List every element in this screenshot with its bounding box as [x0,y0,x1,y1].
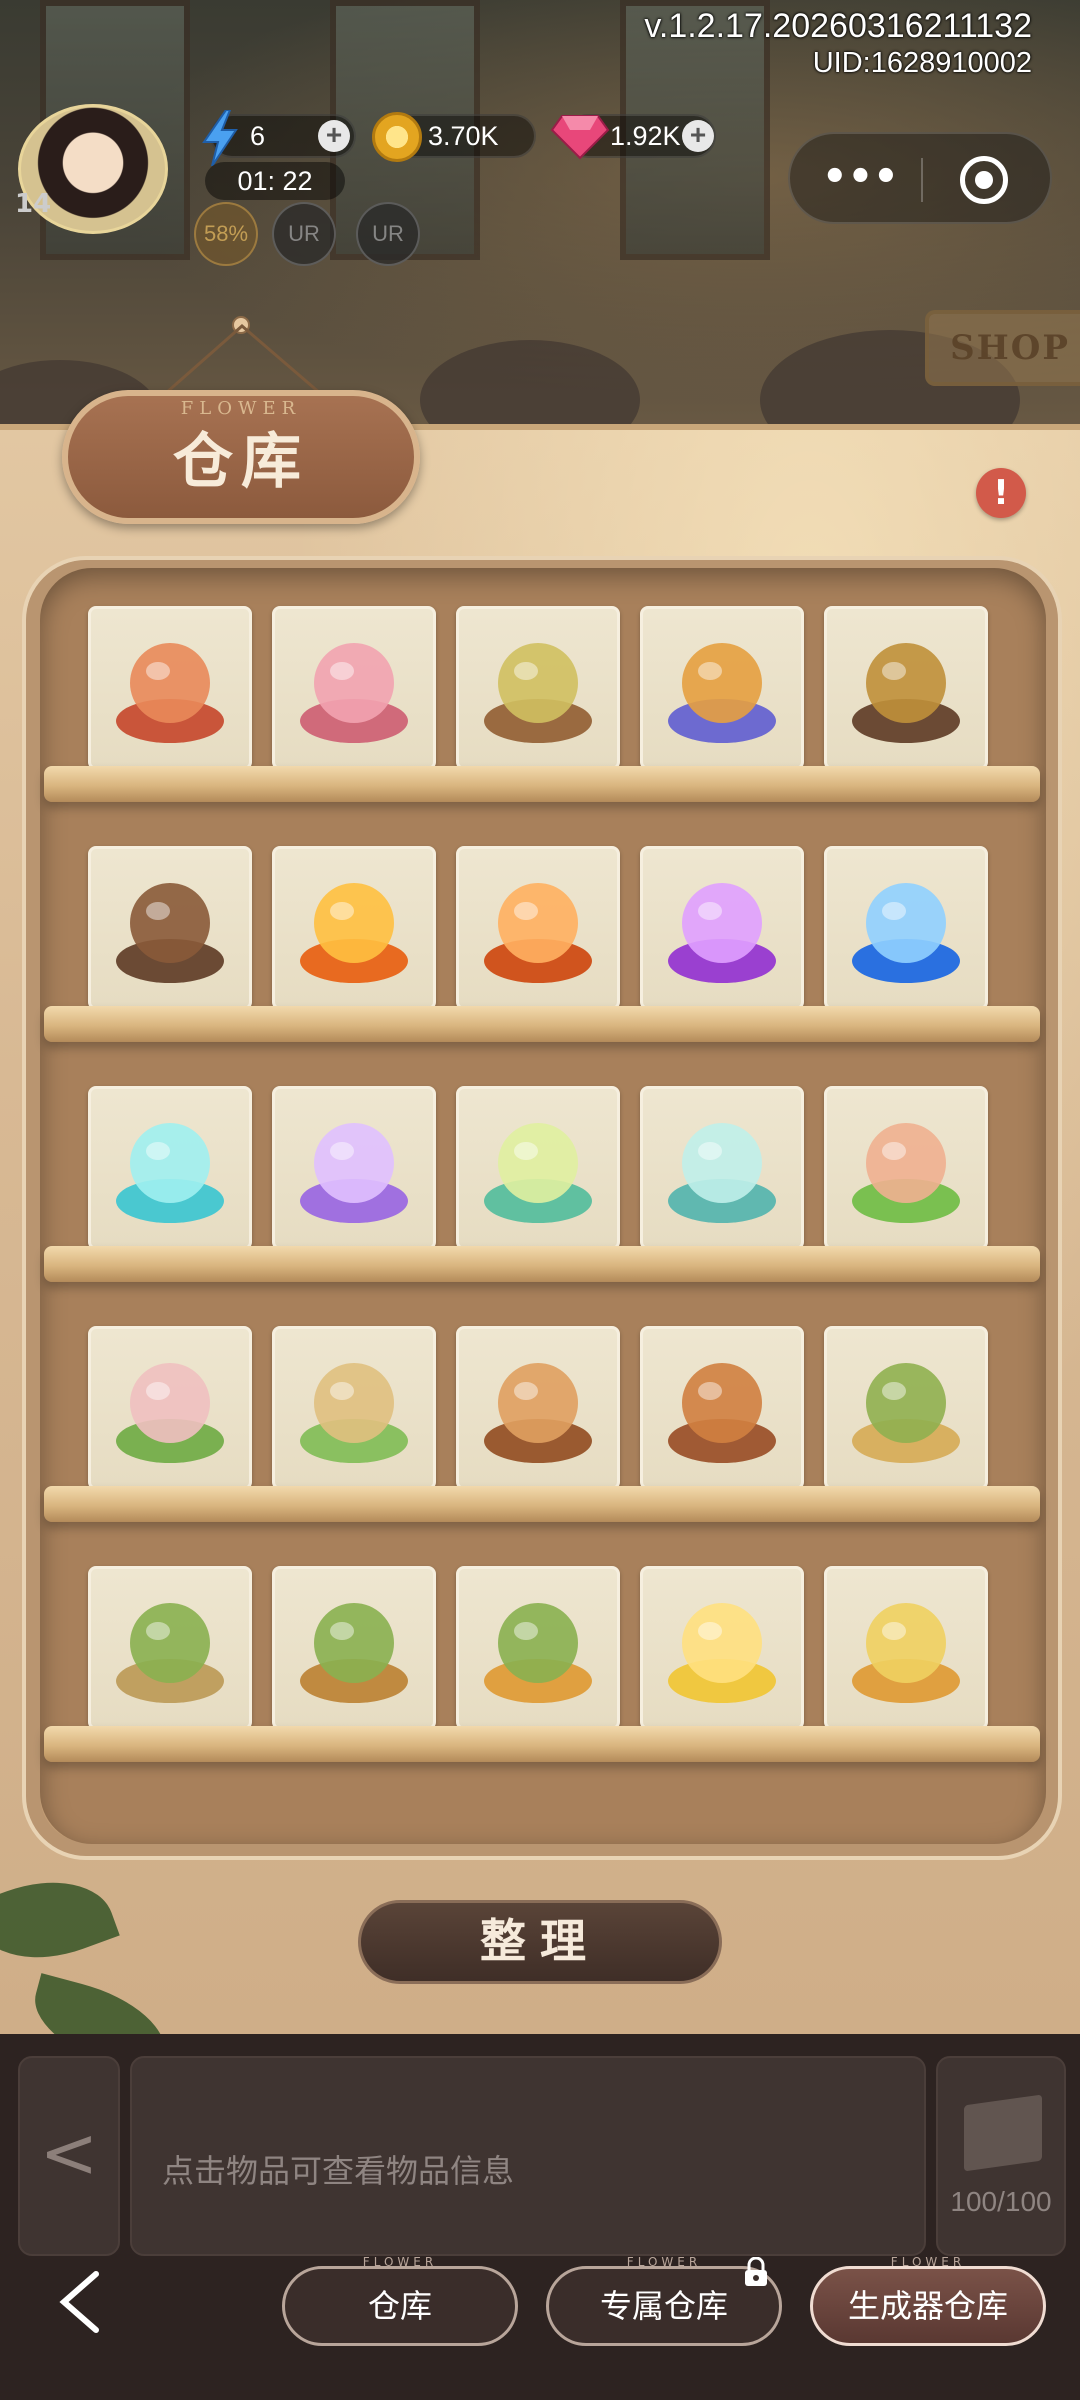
shelf-plank [44,1486,1040,1522]
item-slot[interactable] [88,1326,252,1490]
picnic-basket-icon [116,1603,224,1703]
item-slot[interactable] [88,1086,252,1250]
flower-bed-red-icon [116,643,224,743]
version-text: v.1.2.17.20260316211132 [644,7,1032,45]
miniprogram-capsule: ••• [788,132,1052,224]
energy-value: 6 [250,121,266,151]
blue-vortex-icon [852,883,960,983]
item-slot[interactable] [640,606,804,770]
page-title: 仓库 [173,427,309,497]
buff-badge[interactable]: 58% [194,202,258,266]
capacity-box: 100/100 [936,2056,1066,2256]
shelf-plank [44,766,1040,802]
broken-stump-icon [116,883,224,983]
tab-label: 专属仓库 [599,2287,728,2325]
green-arch-garden-icon [300,1363,408,1463]
item-slot[interactable] [272,1326,436,1490]
sprout-bed-icon [484,643,592,743]
flower-bed-pink-icon [300,643,408,743]
item-slot[interactable] [272,846,436,1010]
buff-badge[interactable]: UR [272,202,336,266]
item-slot[interactable] [88,1566,252,1730]
teapot-stove-icon [668,643,776,743]
small-cabinet-icon [852,1363,960,1463]
sign-flower-text: FLOWER [180,398,302,419]
item-slot[interactable] [640,1326,804,1490]
item-slot[interactable] [272,606,436,770]
player-level: 14 [15,189,52,219]
tab-flower-text: FLOWER [362,2255,438,2269]
flower-arch-garden-icon [116,1363,224,1463]
buff-badge[interactable]: UR [356,202,420,266]
item-slot[interactable] [456,846,620,1010]
item-slot[interactable] [272,1086,436,1250]
teal-bottle-icon [668,1123,776,1223]
shopping-bag-icon [668,1603,776,1703]
uid-text: UID:1628910002 [812,47,1032,79]
shelf-plank [44,1246,1040,1282]
tab-warehouse[interactable]: FLOWER 仓库 [282,2255,518,2346]
crystal-shard-icon [116,1123,224,1223]
item-slot[interactable] [824,606,988,770]
energy-timer: 01: 22 [205,162,345,200]
item-slot[interactable] [456,1326,620,1490]
capsule-divider [921,158,923,202]
garden-bridge-icon [852,1123,960,1223]
tall-cabinet-icon [668,1363,776,1463]
purple-vortex-icon [668,883,776,983]
item-info-box: 点击物品可查看物品信息 [130,2056,926,2256]
shelf-plank [44,1726,1040,1762]
item-slot[interactable] [456,606,620,770]
item-slot[interactable] [456,1086,620,1250]
item-info-hint: 点击物品可查看物品信息 [162,2152,515,2190]
sort-button[interactable]: 整理 [358,1900,722,1984]
box-icon [964,2094,1042,2172]
orange-vortex-icon [484,883,592,983]
close-target-icon[interactable] [960,156,1008,204]
chevron-left-icon [59,2271,99,2333]
warehouse-title-sign: FLOWER 仓库 [62,390,420,524]
item-slot[interactable] [640,1086,804,1250]
tab-flower-text: FLOWER [890,2255,966,2269]
item-slot[interactable] [640,846,804,1010]
player-avatar[interactable]: 14 [15,104,168,234]
tab-label: 生成器仓库 [847,2287,1008,2325]
add-energy-button[interactable]: + [318,120,350,152]
more-icon[interactable]: ••• [822,154,899,204]
item-slot[interactable] [88,606,252,770]
purple-potion-icon [300,1123,408,1223]
wood-stump-pot-icon [852,643,960,743]
shop-sign: SHOP [925,310,1080,386]
lightning-icon [202,110,238,166]
green-basket-icon [300,1603,408,1703]
campfire-icon [300,883,408,983]
round-basket-icon [484,1603,592,1703]
item-slot[interactable] [456,1566,620,1730]
tab-exclusive-warehouse[interactable]: FLOWER 专属仓库 [546,2255,782,2346]
item-slot[interactable] [272,1566,436,1730]
tab-generator-warehouse[interactable]: FLOWER 生成器仓库 [810,2255,1046,2346]
wooden-pavilion-icon [484,1363,592,1463]
back-button[interactable] [56,2270,116,2340]
item-slot[interactable] [640,1566,804,1730]
green-potion-icon [484,1123,592,1223]
lock-icon [745,2257,767,2286]
item-slot[interactable] [824,1086,988,1250]
add-gem-button[interactable]: + [682,120,714,152]
version-info: v.1.2.17.20260316211132 UID:1628910002 [644,6,1032,80]
tab-label: 仓库 [367,2287,432,2325]
gem-icon [550,115,610,160]
coin-value: 3.70K [428,121,499,151]
capacity-text: 100/100 [950,2186,1052,2217]
item-slot[interactable] [824,1326,988,1490]
alert-button[interactable]: ! [976,468,1026,518]
item-slot[interactable] [88,846,252,1010]
coin-icon [372,112,422,162]
shelf-plank [44,1006,1040,1042]
yellow-wallet-icon [852,1603,960,1703]
item-slot[interactable] [824,846,988,1010]
gem-value: 1.92K [610,121,681,151]
item-slot[interactable] [824,1566,988,1730]
prev-arrow-button[interactable]: < [18,2056,120,2256]
